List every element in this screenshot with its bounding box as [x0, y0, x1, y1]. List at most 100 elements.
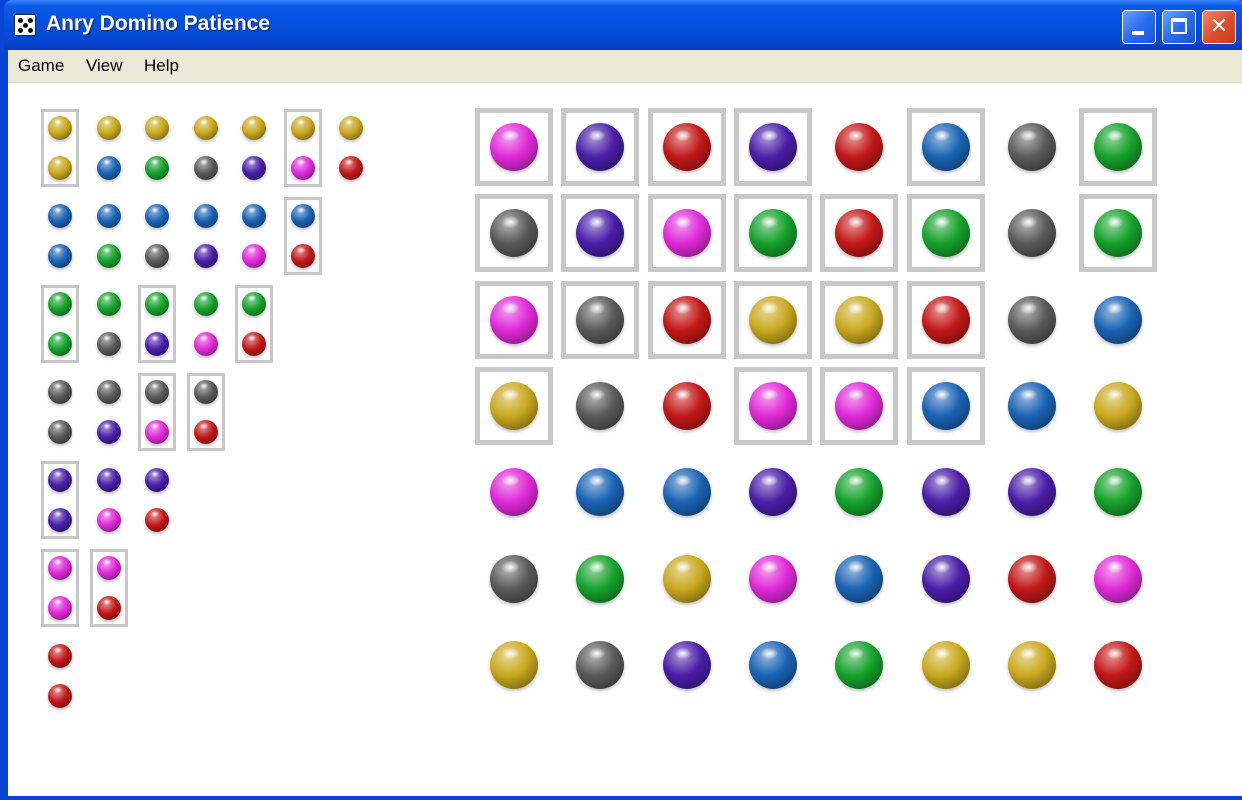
- board-ball[interactable]: [576, 295, 625, 344]
- title-bar[interactable]: Anry Domino Patience ✕: [4, 0, 1242, 50]
- tray-ball[interactable]: [193, 332, 218, 356]
- tray-ball[interactable]: [242, 116, 266, 140]
- tray-ball[interactable]: [193, 380, 218, 404]
- board-ball[interactable]: [662, 468, 711, 517]
- board-ball[interactable]: [748, 209, 797, 258]
- board-ball[interactable]: [748, 640, 797, 689]
- tray-ball[interactable]: [242, 156, 266, 180]
- board-ball[interactable]: [921, 381, 970, 430]
- board-ball[interactable]: [921, 468, 970, 517]
- tray-ball[interactable]: [48, 292, 72, 316]
- tray-ball[interactable]: [339, 116, 363, 140]
- board-ball[interactable]: [921, 554, 970, 603]
- tray-ball[interactable]: [48, 204, 72, 228]
- board-ball[interactable]: [835, 381, 884, 430]
- board-ball[interactable]: [1007, 209, 1056, 258]
- board-ball[interactable]: [490, 554, 538, 603]
- tray-ball[interactable]: [48, 420, 72, 444]
- menu-help[interactable]: Help: [144, 56, 179, 76]
- board-ball[interactable]: [835, 123, 884, 171]
- tray-ball[interactable]: [48, 508, 72, 532]
- tray-ball[interactable]: [48, 332, 72, 356]
- board-ball[interactable]: [835, 295, 884, 344]
- tray-ball[interactable]: [48, 596, 72, 620]
- tray-ball[interactable]: [290, 204, 315, 228]
- tray-ball[interactable]: [48, 116, 72, 140]
- tray-ball[interactable]: [290, 156, 315, 180]
- tray-ball[interactable]: [96, 292, 121, 316]
- tray-ball[interactable]: [48, 468, 72, 492]
- tray-ball[interactable]: [145, 204, 169, 228]
- board-ball[interactable]: [921, 123, 970, 171]
- tray-ball[interactable]: [96, 380, 121, 404]
- board-ball[interactable]: [662, 381, 711, 430]
- board-ball[interactable]: [662, 554, 711, 603]
- board-ball[interactable]: [576, 554, 625, 603]
- board-ball[interactable]: [576, 381, 625, 430]
- board-ball[interactable]: [490, 640, 538, 689]
- tray-ball[interactable]: [290, 244, 315, 268]
- board-ball[interactable]: [1007, 123, 1056, 171]
- tray-ball[interactable]: [242, 204, 266, 228]
- tray-ball[interactable]: [48, 684, 72, 708]
- board-ball[interactable]: [1007, 295, 1056, 344]
- close-button[interactable]: ✕: [1202, 10, 1236, 44]
- tray-ball[interactable]: [96, 596, 121, 620]
- board-ball[interactable]: [748, 295, 797, 344]
- board-ball[interactable]: [490, 381, 538, 430]
- board-ball[interactable]: [1094, 295, 1143, 344]
- tray-ball[interactable]: [48, 380, 72, 404]
- tray-ball[interactable]: [145, 116, 169, 140]
- tray-ball[interactable]: [96, 244, 121, 268]
- dice-icon[interactable]: [14, 14, 36, 36]
- tray-ball[interactable]: [193, 156, 218, 180]
- tray-ball[interactable]: [96, 116, 121, 140]
- board-ball[interactable]: [835, 468, 884, 517]
- board-ball[interactable]: [1094, 640, 1143, 689]
- tray-ball[interactable]: [96, 468, 121, 492]
- menu-game[interactable]: Game: [18, 56, 64, 76]
- board-ball[interactable]: [1094, 468, 1143, 517]
- board-ball[interactable]: [662, 640, 711, 689]
- minimize-button[interactable]: [1122, 10, 1156, 44]
- board-ball[interactable]: [835, 554, 884, 603]
- maximize-button[interactable]: [1162, 10, 1196, 44]
- tray-ball[interactable]: [193, 116, 218, 140]
- tray-ball[interactable]: [242, 332, 266, 356]
- tray-ball[interactable]: [145, 420, 169, 444]
- tray-ball[interactable]: [96, 420, 121, 444]
- board-ball[interactable]: [1094, 381, 1143, 430]
- board-ball[interactable]: [490, 209, 538, 258]
- board-ball[interactable]: [662, 295, 711, 344]
- tray-ball[interactable]: [145, 292, 169, 316]
- board-ball[interactable]: [576, 640, 625, 689]
- tray-ball[interactable]: [145, 156, 169, 180]
- board-ball[interactable]: [490, 468, 538, 517]
- tray-ball[interactable]: [242, 292, 266, 316]
- board-ball[interactable]: [1007, 468, 1056, 517]
- board-ball[interactable]: [490, 123, 538, 171]
- tray-ball[interactable]: [290, 116, 315, 140]
- tray-ball[interactable]: [96, 204, 121, 228]
- board-ball[interactable]: [748, 381, 797, 430]
- board-ball[interactable]: [748, 554, 797, 603]
- board-ball[interactable]: [1007, 554, 1056, 603]
- board-ball[interactable]: [576, 123, 625, 171]
- board-ball[interactable]: [1094, 554, 1143, 603]
- menu-view[interactable]: View: [86, 56, 123, 76]
- tray-ball[interactable]: [96, 556, 121, 580]
- tray-ball[interactable]: [48, 644, 72, 668]
- board-ball[interactable]: [921, 640, 970, 689]
- board-ball[interactable]: [1007, 640, 1056, 689]
- board-ball[interactable]: [748, 123, 797, 171]
- tray-ball[interactable]: [193, 292, 218, 316]
- tray-ball[interactable]: [193, 204, 218, 228]
- tray-ball[interactable]: [48, 556, 72, 580]
- tray-ball[interactable]: [48, 156, 72, 180]
- board-ball[interactable]: [490, 295, 538, 344]
- board-ball[interactable]: [662, 209, 711, 258]
- board-ball[interactable]: [662, 123, 711, 171]
- tray-ball[interactable]: [193, 244, 218, 268]
- tray-ball[interactable]: [145, 244, 169, 268]
- tray-ball[interactable]: [145, 380, 169, 404]
